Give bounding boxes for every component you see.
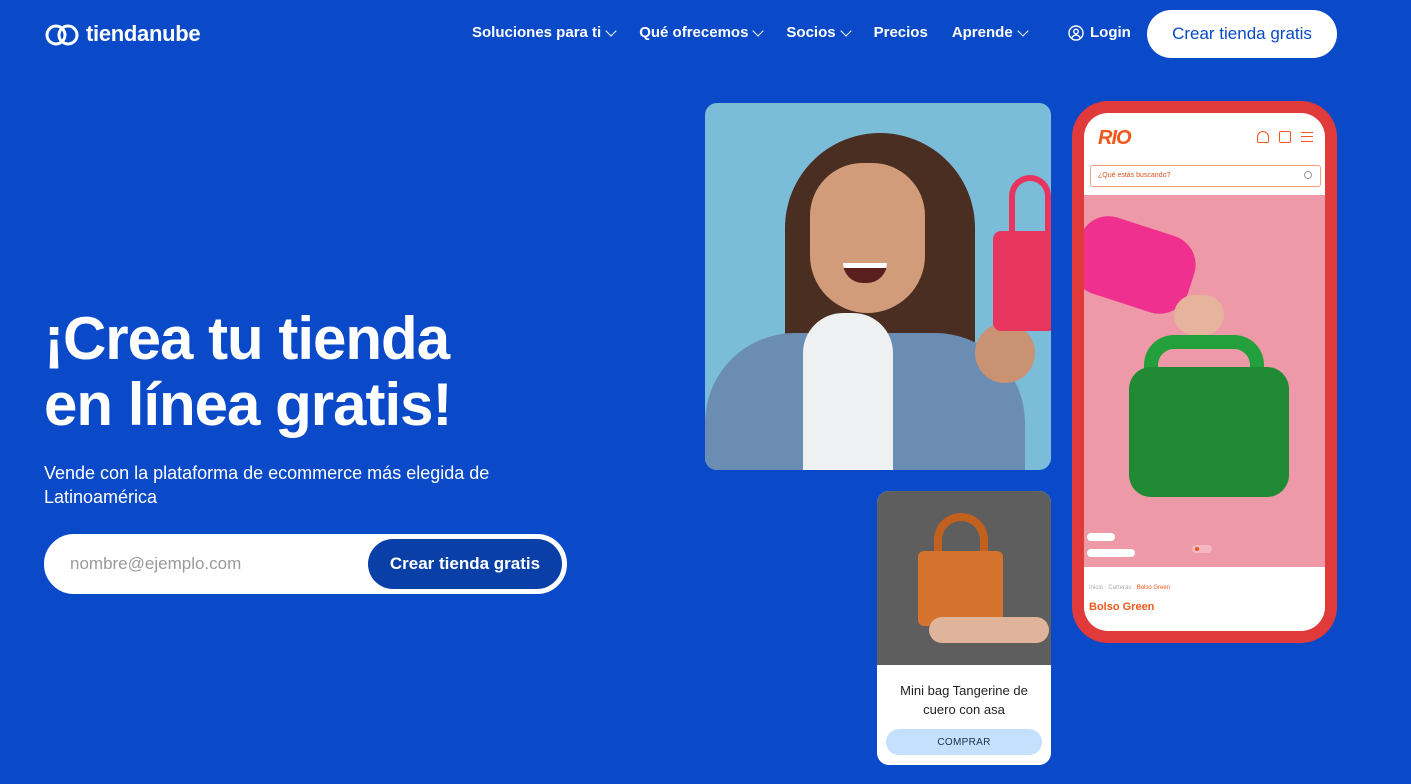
photo-pink-bag-shape bbox=[993, 231, 1051, 331]
breadcrumb-category: Carteras bbox=[1108, 585, 1132, 591]
nav-item-que-ofrecemos[interactable]: Qué ofrecemos bbox=[639, 24, 765, 41]
photo-face-shape bbox=[810, 163, 925, 313]
chevron-down-icon bbox=[605, 24, 617, 37]
phone-image-tag bbox=[1087, 533, 1115, 541]
cloud-logo-icon bbox=[45, 24, 79, 46]
chevron-down-icon bbox=[1016, 24, 1029, 37]
menu-icon bbox=[1301, 132, 1313, 142]
product-image-orange-bag bbox=[877, 491, 1051, 665]
signup-form: Crear tienda gratis bbox=[44, 534, 567, 594]
phone-product-name: Bolso Green bbox=[1089, 601, 1155, 613]
nav-item-precios[interactable]: Precios bbox=[874, 24, 928, 41]
nav-item-socios[interactable]: Socios bbox=[786, 24, 852, 41]
photo-shirt-shape bbox=[803, 313, 893, 470]
nav-label: Qué ofrecemos bbox=[639, 24, 749, 41]
nav-item-soluciones[interactable]: Soluciones para ti bbox=[472, 24, 617, 41]
phone-green-bag-shape bbox=[1129, 367, 1289, 497]
chevron-down-icon bbox=[839, 24, 852, 37]
email-input[interactable] bbox=[46, 536, 368, 592]
phone-search-field: ¿Qué estás buscando? bbox=[1090, 165, 1321, 187]
nav-label: Aprende bbox=[951, 24, 1013, 41]
hero-title: ¡Crea tu tienda en línea gratis! bbox=[44, 306, 604, 438]
hero-title-line-2: en línea gratis! bbox=[44, 371, 452, 438]
hero-subtitle: Vende con la plataforma de ecommerce más… bbox=[44, 463, 490, 507]
brand-name: tiendanube bbox=[86, 21, 201, 46]
brand-logo[interactable]: tiendanube bbox=[44, 20, 201, 48]
nav-label: Socios bbox=[786, 24, 836, 41]
create-store-header-button[interactable]: Crear tienda gratis bbox=[1147, 10, 1337, 58]
nav-item-aprende[interactable]: Aprende bbox=[951, 24, 1029, 41]
photo-hand-shape bbox=[975, 323, 1035, 383]
search-icon bbox=[1304, 171, 1312, 179]
phone-breadcrumb: Inicio · Carteras · Bolso Green bbox=[1089, 585, 1171, 591]
phone-image-tag bbox=[1087, 549, 1135, 557]
product-name: Mini bag Tangerine de cuero con asa bbox=[900, 683, 1028, 717]
create-store-button[interactable]: Crear tienda gratis bbox=[368, 539, 562, 589]
buy-button[interactable]: COMPRAR bbox=[886, 729, 1042, 755]
breadcrumb-current: Bolso Green bbox=[1136, 585, 1171, 591]
phone-mockup: RIO ¿Qué estás buscando? Inicio · Carter… bbox=[1072, 101, 1337, 643]
phone-product-image-green-bag bbox=[1084, 195, 1325, 567]
product-bag-shape bbox=[918, 551, 1003, 626]
nav-label: Precios bbox=[873, 24, 928, 41]
chevron-down-icon bbox=[752, 24, 765, 37]
phone-screen: RIO ¿Qué estás buscando? Inicio · Carter… bbox=[1084, 113, 1325, 631]
phone-search-placeholder: ¿Qué estás buscando? bbox=[1098, 172, 1171, 179]
phone-hand-shape bbox=[1174, 295, 1224, 335]
main-nav: Soluciones para ti Qué ofrecemos Socios … bbox=[472, 24, 1029, 41]
cart-icon bbox=[1279, 131, 1291, 143]
nav-label: Soluciones para ti bbox=[472, 24, 602, 41]
carousel-dots bbox=[1192, 545, 1212, 553]
user-icon bbox=[1257, 131, 1269, 143]
user-icon bbox=[1068, 24, 1084, 41]
product-hand-shape bbox=[929, 617, 1049, 643]
login-link[interactable]: Login bbox=[1068, 24, 1131, 41]
breadcrumb-home: Inicio bbox=[1089, 585, 1104, 591]
hero-photo-woman-with-bag bbox=[705, 103, 1051, 470]
product-card: Mini bag Tangerine de cuero con asa COMP… bbox=[877, 491, 1051, 765]
phone-header-icons bbox=[1257, 131, 1313, 143]
hero-title-line-1: ¡Crea tu tienda bbox=[44, 305, 450, 372]
login-label: Login bbox=[1090, 24, 1131, 41]
store-logo: RIO bbox=[1098, 127, 1132, 149]
